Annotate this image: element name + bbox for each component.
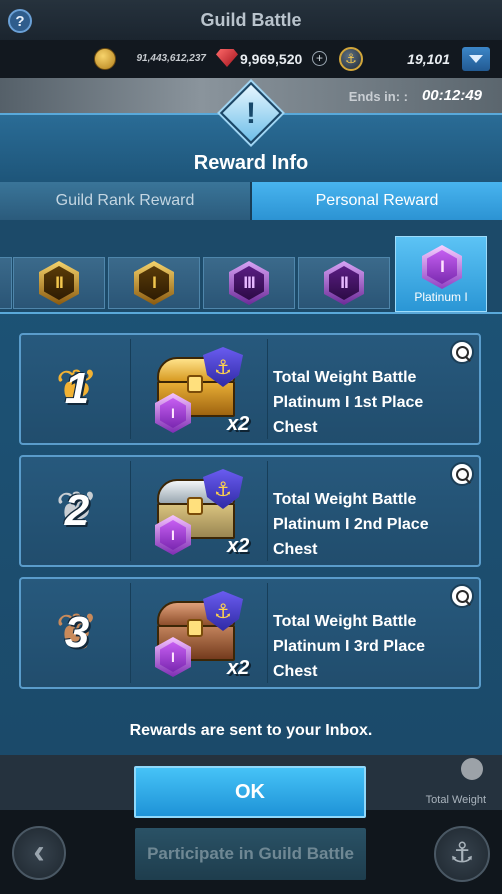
tier-item-purple-2[interactable]: II bbox=[298, 257, 390, 309]
chevron-down-icon bbox=[469, 55, 483, 63]
divider bbox=[130, 583, 131, 683]
currency-bar: 91,443,612,237 9,969,520 + ⚓ 19,101 bbox=[0, 40, 502, 78]
exclamation-icon: ! bbox=[246, 97, 256, 130]
reward-tabs: Guild Rank Reward Personal Reward bbox=[0, 182, 502, 220]
background-search-icon bbox=[461, 758, 483, 780]
rank-number: 3 bbox=[64, 608, 90, 657]
gold-tier-icon: I bbox=[134, 261, 174, 305]
back-button[interactable]: ‹ bbox=[12, 826, 66, 880]
platinum-tier-icon: I bbox=[422, 245, 462, 289]
tab-guild-rank-reward[interactable]: Guild Rank Reward bbox=[0, 182, 252, 220]
gold-coin-icon bbox=[94, 48, 116, 70]
modal-title: Reward Info bbox=[193, 152, 309, 174]
participate-button: Participate in Guild Battle bbox=[135, 828, 366, 880]
reward-card-rank-3: ❦ 3 ⚓ I x2 Total Weight Battle Platinum … bbox=[19, 577, 481, 689]
silver-laurel-icon: ❦ 2 bbox=[27, 471, 127, 551]
reward-quantity: x2 bbox=[227, 657, 250, 679]
reward-name: Total Weight Battle Platinum I 1st Place… bbox=[273, 369, 424, 436]
tab-personal-reward[interactable]: Personal Reward bbox=[252, 182, 502, 220]
magnifier-icon[interactable] bbox=[450, 340, 474, 364]
reward-card-rank-1: ❦ 1 ⚓ I x2 Total Weight Battle Platinum … bbox=[19, 333, 481, 445]
purple-tier-icon: III bbox=[229, 261, 269, 305]
dropdown-button[interactable] bbox=[462, 47, 490, 71]
divider bbox=[130, 339, 131, 439]
rank-number: 1 bbox=[64, 364, 90, 413]
gem-amount: 9,969,520 bbox=[240, 51, 303, 67]
bronze-laurel-icon: ❦ 3 bbox=[27, 593, 127, 673]
rank-number: 2 bbox=[64, 486, 90, 535]
tier-item-gold-1[interactable]: I bbox=[108, 257, 200, 309]
gold-amount: 91,443,612,237 bbox=[136, 53, 206, 64]
anchor-coin-icon: ⚓ bbox=[339, 47, 363, 71]
ends-in-timer: 00:12:49 bbox=[421, 87, 482, 104]
tier-item[interactable] bbox=[0, 257, 12, 309]
anchor-button[interactable]: ⚓ bbox=[434, 826, 490, 882]
divider bbox=[267, 461, 268, 561]
reward-quantity: x2 bbox=[227, 535, 250, 557]
background-row-label: Total Weight bbox=[425, 794, 486, 806]
reward-card-rank-2: ❦ 2 ⚓ I x2 Total Weight Battle Platinum … bbox=[19, 455, 481, 567]
divider bbox=[0, 312, 502, 314]
reward-name: Total Weight Battle Platinum I 2nd Place… bbox=[273, 491, 429, 558]
divider bbox=[267, 339, 268, 439]
tier-item-gold-2[interactable]: II bbox=[13, 257, 105, 309]
magnifier-icon[interactable] bbox=[450, 462, 474, 486]
inbox-note: Rewards are sent to your Inbox. bbox=[129, 722, 373, 739]
gold-tier-icon: II bbox=[39, 261, 79, 305]
gem-icon bbox=[216, 49, 238, 67]
magnifier-icon[interactable] bbox=[450, 584, 474, 608]
gold-laurel-icon: ❦ 1 bbox=[27, 349, 127, 429]
add-gems-button[interactable]: + bbox=[312, 51, 327, 66]
ends-in-label: Ends in: : bbox=[348, 89, 408, 104]
help-icon[interactable]: ? bbox=[8, 9, 32, 33]
tier-selected-label: Platinum I bbox=[414, 290, 468, 304]
top-bar: ? Guild Battle bbox=[0, 0, 502, 40]
divider bbox=[130, 461, 131, 561]
purple-tier-icon: II bbox=[324, 261, 364, 305]
divider bbox=[267, 583, 268, 683]
reward-name: Total Weight Battle Platinum I 3rd Place… bbox=[273, 613, 426, 680]
anchor-amount: 19,101 bbox=[407, 51, 450, 67]
tier-item-purple-3[interactable]: III bbox=[203, 257, 295, 309]
reward-quantity: x2 bbox=[227, 413, 250, 435]
ok-button[interactable]: OK bbox=[134, 766, 366, 818]
screen-title: Guild Battle bbox=[200, 9, 302, 30]
